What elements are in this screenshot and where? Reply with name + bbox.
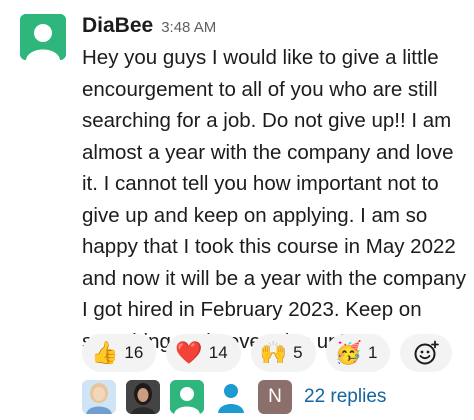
- reaction-raised-hands[interactable]: 🙌 5: [250, 334, 316, 372]
- message-text: Hey you guys I would like to give a litt…: [82, 46, 467, 353]
- reaction-thumbs-up[interactable]: 👍 16: [82, 334, 157, 372]
- add-reaction-button[interactable]: [400, 334, 453, 372]
- reaction-heart[interactable]: ❤️ 14: [166, 334, 241, 372]
- message-item: DiaBee 3:48 AM Hey you guys I would like…: [0, 0, 474, 420]
- default-user-avatar-icon: [170, 380, 204, 414]
- sender-avatar[interactable]: [20, 14, 66, 60]
- participant-avatar: [170, 380, 204, 414]
- reaction-count: 14: [208, 343, 228, 362]
- reaction-count: 1: [367, 343, 378, 362]
- thumbs-up-icon: 👍: [91, 340, 119, 365]
- message-header: DiaBee 3:48 AM: [82, 14, 216, 38]
- sender-name[interactable]: DiaBee: [82, 14, 153, 38]
- thread-summary[interactable]: N 22 replies: [82, 380, 386, 414]
- reaction-count: 5: [293, 343, 303, 362]
- participant-avatar: [126, 380, 160, 414]
- heart-icon: ❤️: [175, 340, 203, 365]
- participant-avatar: [82, 380, 116, 414]
- reaction-party-face[interactable]: 🥳 1: [325, 334, 391, 372]
- user-photo-icon: [82, 380, 116, 414]
- reaction-bar: 👍 16 ❤️ 14 🙌 5 🥳 1: [82, 334, 453, 372]
- default-user-avatar-icon: [218, 384, 244, 413]
- participant-avatar-initial: N: [258, 380, 292, 414]
- replies-link[interactable]: 22 replies: [304, 386, 386, 408]
- default-user-avatar-icon: [20, 14, 66, 60]
- participant-avatar: [214, 380, 248, 414]
- user-photo-icon: [126, 380, 160, 414]
- party-face-icon: 🥳: [334, 340, 362, 365]
- message-timestamp[interactable]: 3:48 AM: [161, 19, 216, 36]
- raised-hands-icon: 🙌: [259, 340, 288, 365]
- reaction-count: 16: [124, 343, 144, 362]
- add-reaction-icon: [414, 340, 440, 365]
